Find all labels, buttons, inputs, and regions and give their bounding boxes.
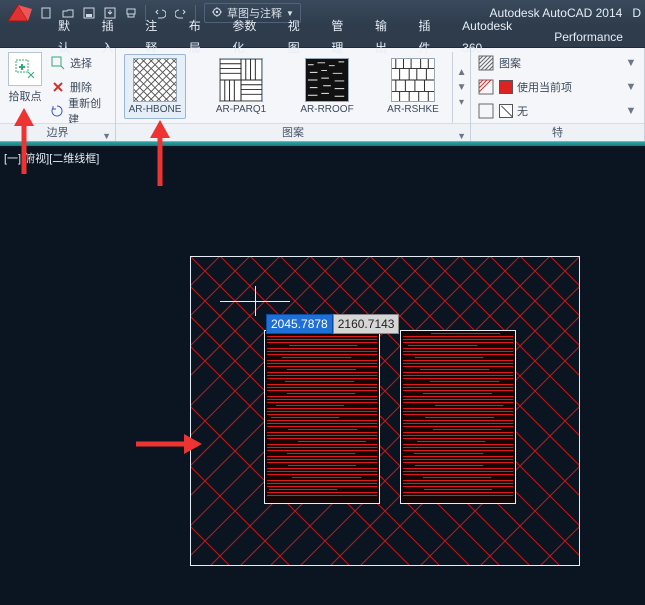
coord-x-field[interactable]: 2045.7878: [266, 314, 333, 334]
app-logo[interactable]: [4, 2, 36, 24]
pattern-swatch-rshke: [391, 58, 435, 102]
prop-row-background[interactable]: 无 ▼: [477, 100, 638, 122]
pattern-swatch-hbone: [133, 58, 177, 102]
recreate-button[interactable]: 重新创建: [48, 100, 109, 122]
ribbon: 拾取点 选择 删除 重新创建 边界▼: [0, 48, 645, 142]
pattern-ar-rroof[interactable]: AR-RROOF: [296, 54, 358, 119]
panel-expand-icon[interactable]: ▼: [457, 127, 466, 145]
pick-points-label: 拾取点: [9, 88, 42, 104]
hatch-color-icon: [477, 78, 495, 96]
drawing-viewport[interactable]: [一][俯视][二维线框] 2045.7878: [0, 146, 645, 605]
pattern-ar-parq1[interactable]: AR-PARQ1: [210, 54, 272, 119]
hatch-bg-icon: [477, 102, 495, 120]
dynamic-input[interactable]: 2045.7878 2160.7143: [266, 314, 399, 334]
pick-points-button[interactable]: [8, 52, 42, 86]
pattern-gallery-scroll[interactable]: ▲ ▼ ▾: [452, 52, 470, 123]
viewport-controls-label[interactable]: [一][俯视][二维线框]: [4, 150, 99, 166]
menu-performance[interactable]: Performance: [544, 26, 633, 48]
color-swatch-red: [499, 80, 513, 94]
delete-icon: [50, 79, 66, 95]
panel-expand-icon[interactable]: ▼: [102, 127, 111, 145]
pattern-swatch-rroof: [305, 58, 349, 102]
hatch-type-icon: [477, 54, 495, 72]
panel-title-pattern: 图案▼: [116, 123, 470, 141]
select-button[interactable]: 选择: [48, 52, 109, 74]
pattern-ar-hbone[interactable]: AR-HBONE: [124, 54, 186, 119]
select-icon: [50, 55, 66, 71]
dropdown-icon[interactable]: ▼: [624, 81, 638, 93]
dropdown-icon[interactable]: ▼: [624, 105, 638, 117]
inner-hatch-left: [264, 330, 380, 504]
panel-title-properties: 特: [471, 123, 644, 141]
recreate-icon: [50, 103, 64, 119]
coord-y-field[interactable]: 2160.7143: [333, 314, 400, 334]
inner-hatch-right: [400, 330, 516, 504]
ribbon-panel-properties: 图案 ▼ 使用当前项 ▼ 无 ▼ 特: [471, 48, 645, 141]
drawing-stage: [190, 256, 580, 566]
panel-title-boundary: 边界▼: [0, 123, 115, 141]
color-swatch-none: [499, 104, 513, 118]
ribbon-panel-boundary: 拾取点 选择 删除 重新创建 边界▼: [0, 48, 116, 141]
dropdown-icon[interactable]: ▼: [624, 57, 638, 69]
prop-row-color[interactable]: 使用当前项 ▼: [477, 76, 638, 98]
menu-bar: 默认 插入 注释 布局 参数化 视图 管理 输出 插件 Autodesk 360…: [0, 26, 645, 48]
ribbon-panel-pattern: AR-HBONE AR-PARQ1 AR-RROOF: [116, 48, 471, 141]
outer-boundary: [190, 256, 580, 566]
chevron-down-icon: ▼: [457, 82, 467, 93]
pattern-ar-rshke[interactable]: AR-RSHKE: [382, 54, 444, 119]
chevron-up-icon: ▲: [457, 67, 467, 78]
expand-icon: ▾: [459, 97, 464, 108]
prop-row-type[interactable]: 图案 ▼: [477, 52, 638, 74]
pattern-swatch-parq1: [219, 58, 263, 102]
